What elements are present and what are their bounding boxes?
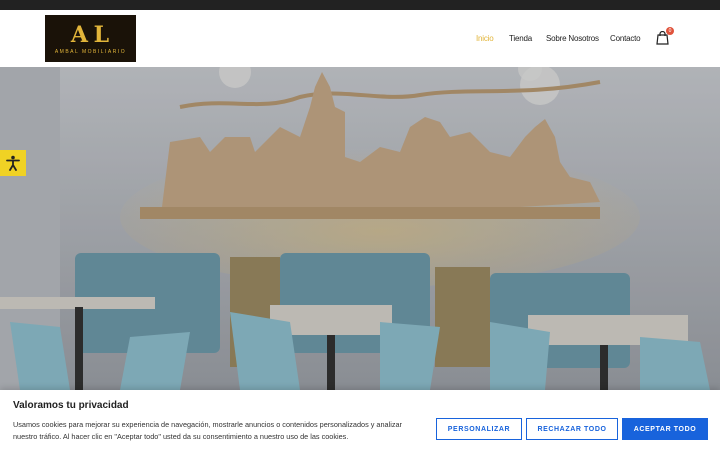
hero-cafe-illustration: [0, 67, 720, 390]
customize-button[interactable]: PERSONALIZAR: [436, 418, 522, 440]
site-header: A L AMBAL MOBILIARIO Inicio Tienda Sobre…: [0, 10, 720, 67]
cookie-description: Usamos cookies para mejorar su experienc…: [13, 420, 402, 441]
accept-all-button[interactable]: ACEPTAR TODO: [622, 418, 708, 440]
nav-contacto[interactable]: Contacto: [610, 34, 641, 43]
logo-mark: A L: [70, 21, 111, 48]
cart-count-badge: 0: [666, 27, 674, 35]
logo[interactable]: A L AMBAL MOBILIARIO: [45, 15, 136, 62]
nav-sobre-nosotros[interactable]: Sobre Nosotros: [546, 34, 599, 43]
accessibility-icon: [6, 155, 20, 171]
cookie-title: Valoramos tu privacidad: [13, 400, 129, 411]
accessibility-button[interactable]: [0, 150, 26, 176]
reject-all-button[interactable]: RECHAZAR TODO: [526, 418, 618, 440]
hero-image: [0, 67, 720, 390]
nav-tienda[interactable]: Tienda: [509, 34, 532, 43]
nav-inicio[interactable]: Inicio: [476, 34, 494, 43]
logo-subtitle: AMBAL MOBILIARIO: [54, 48, 127, 55]
top-bar: [0, 0, 720, 10]
cookie-banner: Valoramos tu privacidad Usamos cookies p…: [0, 390, 720, 450]
